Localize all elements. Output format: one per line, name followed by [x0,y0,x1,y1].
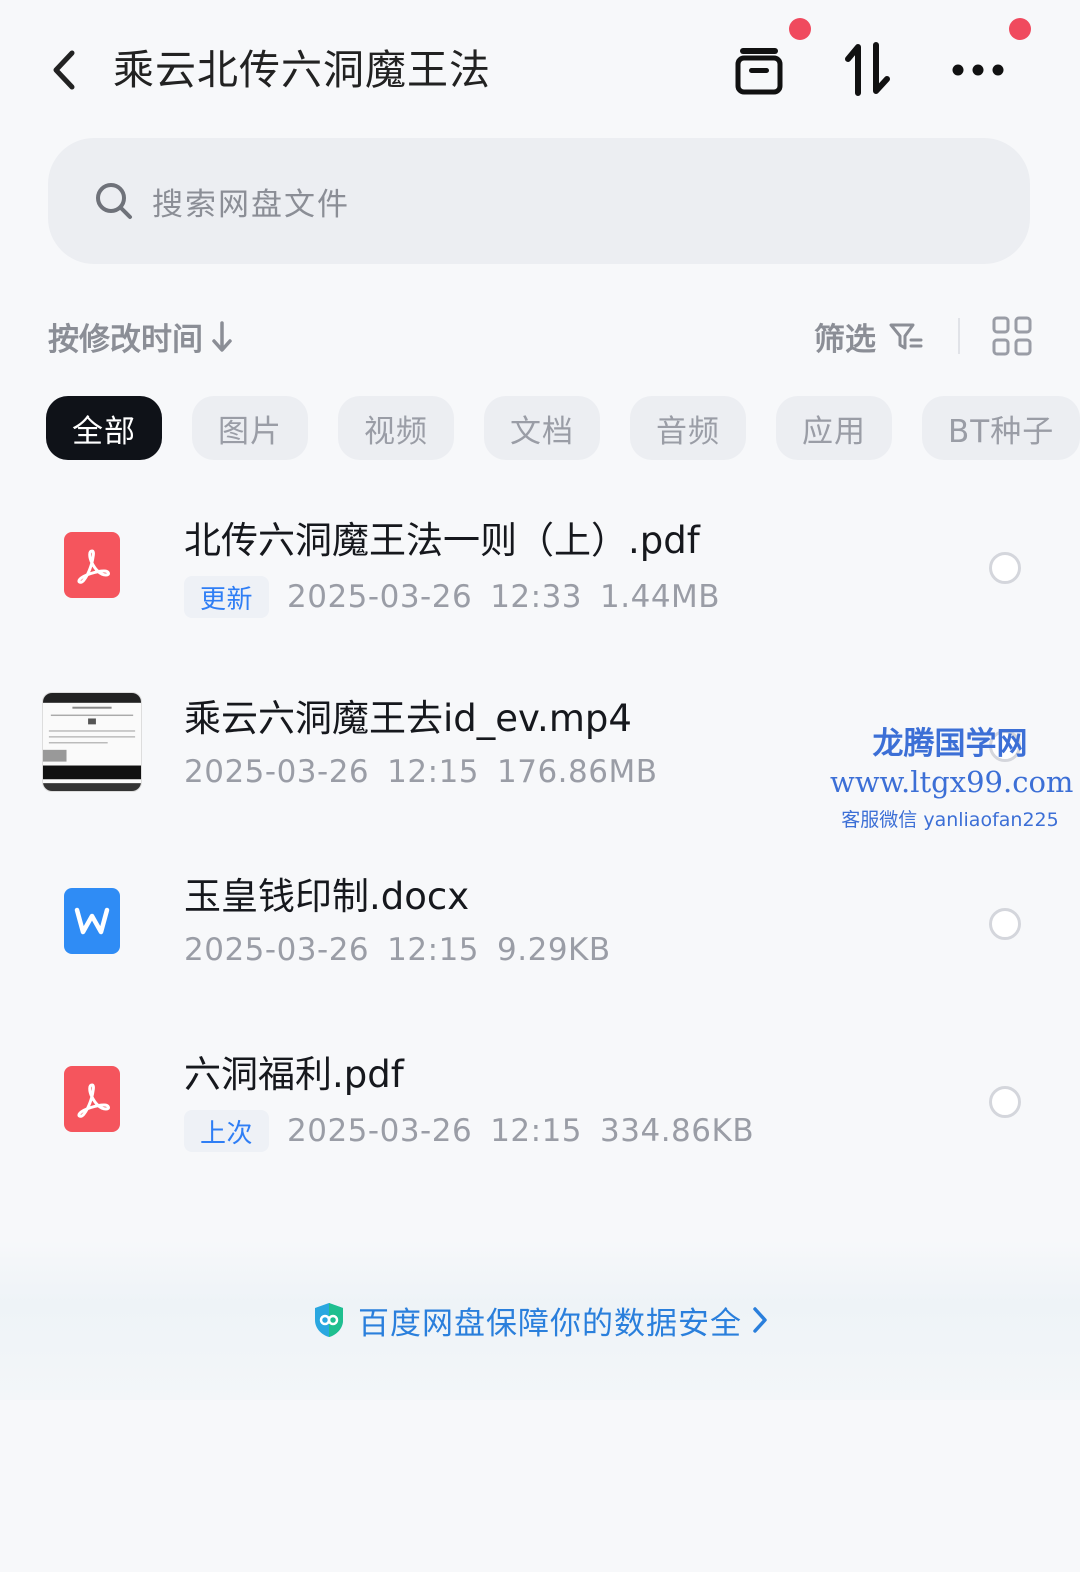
file-meta: 2025-03-26 12:15 9.29KB [184,932,611,968]
tab-apps[interactable]: 应用 [776,396,892,460]
file-name: 六洞福利.pdf [184,1053,404,1096]
chevron-left-icon [53,50,75,90]
sort-order-button[interactable] [842,40,894,98]
last-opened-badge: 上次 [184,1110,270,1152]
file-size: 176.86MB [497,754,658,790]
watermark-contact: 客服微信 yanliaofan225 [841,809,1059,831]
select-radio[interactable] [989,1086,1021,1118]
tab-audio[interactable]: 音频 [630,396,746,460]
grid-view-icon [992,316,1032,356]
back-button[interactable] [44,46,84,94]
filter-label: 筛选 [814,322,876,358]
file-time: 12:15 [387,754,480,790]
file-name: 北传六洞魔王法一则（上）.pdf [184,519,700,562]
tab-bt-torrents[interactable]: BT种子 [922,396,1080,460]
file-row[interactable]: 北传六洞魔王法一则（上）.pdf 更新 2025-03-26 12:33 1.4… [0,480,1080,658]
tab-documents[interactable]: 文档 [484,396,600,460]
file-meta: 上次 2025-03-26 12:15 334.86KB [184,1110,754,1152]
tab-videos[interactable]: 视频 [338,396,454,460]
more-options-button[interactable] [948,52,1008,88]
notification-dot [1009,18,1031,40]
shield-icon [312,1301,346,1339]
category-tabs: 全部 图片 视频 文档 音频 应用 BT种子 [46,396,1080,462]
watermark-title: 龙腾国学网 [872,726,1028,762]
tray-icon [735,48,783,95]
select-radio[interactable] [989,552,1021,584]
bottom-area [0,1400,1080,1572]
sort-bar: 按修改时间 筛选 [48,308,1032,364]
file-size: 9.29KB [497,932,611,968]
updated-badge: 更新 [184,576,270,618]
sort-arrows-icon [845,42,890,96]
file-date: 2025-03-26 [184,754,370,790]
grid-view-button[interactable] [992,316,1032,356]
file-date: 2025-03-26 [184,932,370,968]
file-date: 2025-03-26 [287,579,473,615]
file-size: 1.44MB [600,579,721,615]
file-meta: 更新 2025-03-26 12:33 1.44MB [184,576,720,618]
search-placeholder: 搜索网盘文件 [152,186,350,223]
file-time: 12:15 [490,1113,583,1149]
search-icon [94,181,134,221]
watermark-url: www.ltgx99.com [830,765,1074,799]
file-meta: 2025-03-26 12:15 176.86MB [184,754,658,790]
sort-label: 按修改时间 [48,322,203,358]
transfer-list-button[interactable] [732,42,786,98]
filter-button[interactable]: 筛选 [814,314,924,359]
page-title: 乘云北传六洞魔王法 [113,46,491,94]
more-dots-icon [952,64,1004,76]
search-input[interactable]: 搜索网盘文件 [48,138,1030,264]
file-list: 北传六洞魔王法一则（上）.pdf 更新 2025-03-26 12:33 1.4… [0,480,1080,1192]
file-row[interactable]: 玉皇钱印制.docx 2025-03-26 12:15 9.29KB [0,836,1080,1014]
tab-images[interactable]: 图片 [192,396,308,460]
file-time: 12:15 [387,932,480,968]
file-row[interactable]: 六洞福利.pdf 上次 2025-03-26 12:15 334.86KB [0,1014,1080,1192]
divider [958,318,960,354]
filter-icon [888,321,924,353]
file-time: 12:33 [490,579,583,615]
watermark: 龙腾国学网 www.ltgx99.com 客服微信 yanliaofan225 [830,718,1074,832]
select-radio[interactable] [989,908,1021,940]
file-size: 334.86KB [600,1113,755,1149]
file-name: 乘云六洞魔王去id_ev.mp4 [184,697,632,740]
security-text: 百度网盘保障你的数据安全 [358,1305,742,1342]
security-banner[interactable]: 百度网盘保障你的数据安全 [0,1240,1080,1400]
pdf-icon [64,1066,120,1132]
arrow-down-icon [211,320,233,353]
chevron-right-icon [752,1306,768,1334]
notification-dot [789,18,811,40]
word-icon [64,888,120,954]
header-bar: 乘云北传六洞魔王法 [0,0,1080,140]
file-name: 玉皇钱印制.docx [184,875,470,918]
sort-by-modified-button[interactable]: 按修改时间 [48,314,233,359]
video-thumbnail [42,692,142,792]
file-date: 2025-03-26 [287,1113,473,1149]
tab-all[interactable]: 全部 [46,396,162,460]
pdf-icon [64,532,120,598]
